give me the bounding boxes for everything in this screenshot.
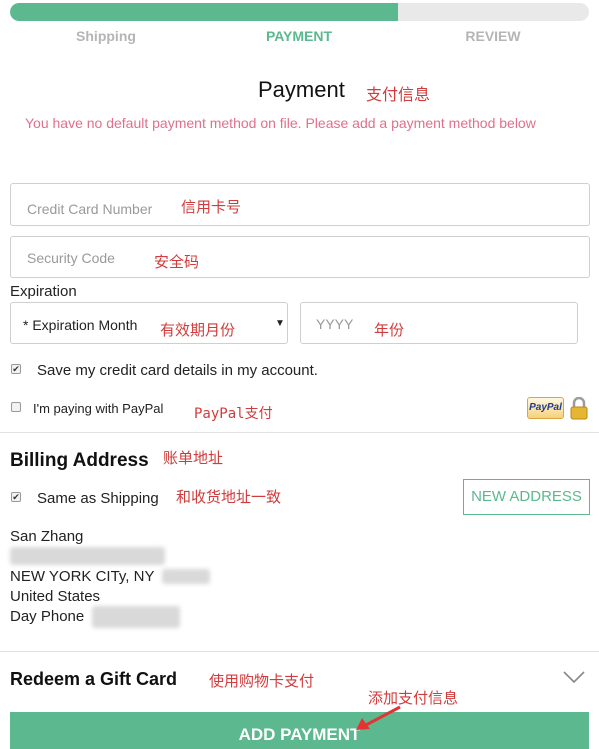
billing-city-line: NEW YORK CITy, NY — [10, 568, 155, 585]
gift-card-row[interactable]: Redeem a Gift Card 使用购物卡支付 — [10, 669, 599, 697]
step-shipping[interactable]: Shipping — [36, 28, 176, 44]
divider — [0, 651, 599, 652]
no-payment-warning: You have no default payment method on fi… — [25, 115, 536, 131]
step-payment: PAYMENT — [265, 28, 333, 44]
dropdown-arrow-icon: ▼ — [275, 318, 285, 329]
redacted-phone — [92, 606, 180, 628]
expiration-label: Expiration — [10, 283, 77, 300]
gift-card-title: Redeem a Gift Card — [10, 669, 178, 689]
credit-card-number-input[interactable]: Credit Card Number 信用卡号 — [10, 183, 590, 226]
paypal-checkbox[interactable] — [11, 402, 21, 412]
expiration-month-select[interactable]: * Expiration Month 有效期月份 ▼ — [10, 302, 288, 344]
credit-card-number-placeholder: Credit Card Number — [27, 201, 153, 217]
security-code-annotation: 安全码 — [154, 253, 200, 271]
redacted-zip — [162, 569, 210, 584]
lock-icon — [570, 397, 588, 420]
expiration-year-annotation: 年份 — [374, 321, 405, 339]
paypal-label: I'm paying with PayPal — [33, 401, 164, 416]
paypal-annotation: PayPal支付 — [194, 406, 273, 422]
same-as-shipping-annotation: 和收货地址一致 — [176, 488, 282, 506]
day-phone-label: Day Phone — [10, 608, 85, 625]
add-payment-button[interactable]: ADD PAYMENT — [10, 712, 589, 749]
billing-name: San Zhang — [10, 528, 84, 545]
save-card-checkbox[interactable]: ✔ — [11, 364, 21, 374]
checkout-progress-bar — [10, 3, 589, 21]
annotation-arrow-icon — [356, 705, 401, 730]
paypal-logo: PayPal — [527, 397, 564, 419]
divider — [0, 432, 599, 433]
redacted-street-address — [10, 547, 165, 565]
security-code-input[interactable]: Security Code 安全码 — [10, 236, 590, 278]
add-payment-label: ADD PAYMENT — [238, 725, 361, 744]
same-as-shipping-label: Same as Shipping — [37, 490, 159, 507]
expiration-year-placeholder: YYYY — [316, 316, 354, 332]
expiration-year-input[interactable]: YYYY 年份 — [300, 302, 578, 344]
credit-card-number-annotation: 信用卡号 — [181, 198, 242, 216]
save-card-label: Save my credit card details in my accoun… — [37, 362, 318, 379]
billing-address-annotation: 账单地址 — [163, 449, 224, 467]
new-address-button[interactable]: NEW ADDRESS — [463, 479, 590, 515]
step-review: REVIEW — [465, 28, 521, 44]
same-as-shipping-checkbox[interactable]: ✔ — [11, 492, 21, 502]
billing-address-title: Billing Address — [10, 450, 149, 471]
payment-title-annotation: 支付信息 — [366, 85, 431, 104]
payment-title: Payment — [258, 77, 345, 102]
expiration-month-value: * Expiration Month — [23, 317, 138, 333]
security-code-placeholder: Security Code — [27, 250, 115, 266]
billing-country: United States — [10, 588, 101, 605]
expiration-month-annotation: 有效期月份 — [160, 321, 236, 339]
gift-card-annotation: 使用购物卡支付 — [209, 672, 315, 690]
progress-fill — [10, 3, 398, 21]
chevron-down-icon[interactable] — [562, 669, 586, 685]
